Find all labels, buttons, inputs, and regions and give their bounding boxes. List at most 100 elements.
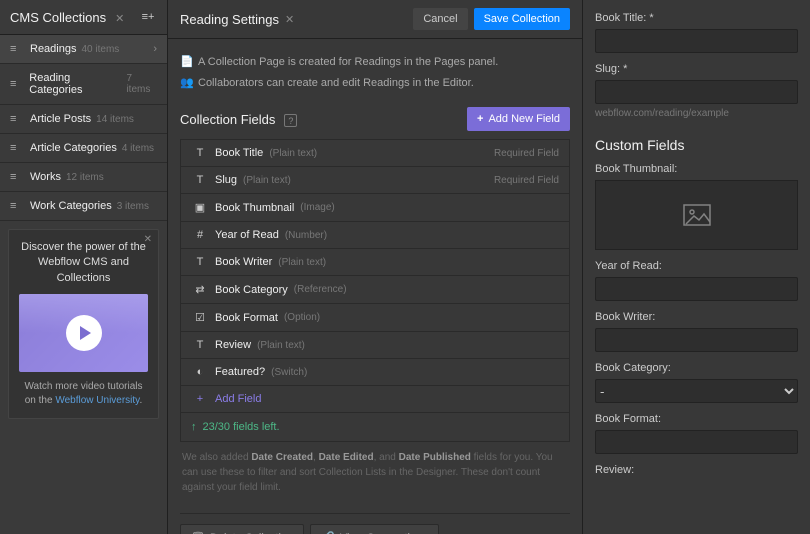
add-field-label: Add Field	[215, 393, 261, 405]
promo-headline: Discover the power of the Webflow CMS an…	[19, 240, 148, 286]
settings-title: Reading Settings	[180, 12, 279, 27]
collection-count: 7 items	[126, 73, 157, 95]
collection-item[interactable]: ≡ Works 12 items	[0, 163, 167, 192]
help-icon[interactable]: ?	[284, 114, 297, 127]
book-title-label: Book Title: *	[595, 12, 798, 24]
promo-card: ✕ Discover the power of the Webflow CMS …	[8, 229, 159, 419]
close-icon[interactable]: ✕	[115, 13, 124, 25]
field-type: (Image)	[300, 202, 334, 213]
add-field-row[interactable]: +Add Field	[181, 386, 569, 412]
field-name: Slug	[215, 174, 237, 186]
category-select[interactable]: -	[595, 379, 798, 403]
list-icon: ≡	[10, 43, 24, 55]
collection-item[interactable]: ≡ Reading Categories 7 items	[0, 64, 167, 105]
field-row[interactable]: # Year of Read (Number)	[181, 222, 569, 249]
collection-name: Article Posts	[30, 113, 91, 125]
field-name: Year of Read	[215, 229, 279, 241]
info-text: A Collection Page is created for Reading…	[198, 56, 498, 68]
list-icon: ≡	[10, 142, 24, 154]
collection-item[interactable]: ≡ Article Categories 4 items	[0, 134, 167, 163]
collection-name: Readings	[30, 43, 76, 55]
field-type: (Plain text)	[243, 175, 291, 186]
number-icon: #	[191, 229, 209, 241]
writer-input[interactable]	[595, 328, 798, 352]
category-label: Book Category:	[595, 362, 798, 374]
users-icon: 👥	[180, 76, 198, 89]
info-row: 📄A Collection Page is created for Readin…	[180, 51, 570, 72]
slug-preview: webflow.com/reading/example	[595, 108, 798, 119]
text-icon: T	[191, 256, 209, 268]
field-name: Book Title	[215, 147, 263, 159]
year-input[interactable]	[595, 277, 798, 301]
info-row: 👥Collaborators can create and edit Readi…	[180, 72, 570, 93]
required-label: Required Field	[494, 148, 559, 159]
field-name: Review	[215, 339, 251, 351]
field-type: (Plain text)	[269, 148, 317, 159]
fields-list: T Book Title (Plain text) Required Field T S…	[180, 139, 570, 413]
webflow-university-link[interactable]: Webflow University	[55, 395, 139, 406]
collection-name: Reading Categories	[29, 72, 121, 96]
field-row[interactable]: ▣Book Thumbnail(Image)	[181, 194, 569, 222]
chevron-right-icon: ›	[153, 43, 157, 55]
field-name: Book Writer	[215, 256, 272, 268]
field-row[interactable]: TReview(Plain text)	[181, 332, 569, 359]
collection-count: 40 items	[81, 44, 119, 55]
field-row[interactable]: TSlug(Plain text)Required Field	[181, 167, 569, 194]
format-input[interactable]	[595, 430, 798, 454]
cancel-button[interactable]: Cancel	[413, 8, 467, 30]
format-label: Book Format:	[595, 413, 798, 425]
list-icon: ≡	[10, 78, 23, 90]
delete-collection-button[interactable]: 🗑Delete Collection	[180, 524, 304, 534]
field-name: Book Format	[215, 312, 278, 324]
review-label: Review:	[595, 464, 798, 476]
field-type: (Number)	[285, 230, 327, 241]
collection-count: 12 items	[66, 172, 104, 183]
promo-video-thumb[interactable]	[19, 294, 148, 372]
field-type: (Switch)	[271, 367, 307, 378]
item-form-panel: Book Title: * Slug: * webflow.com/readin…	[582, 0, 810, 534]
custom-fields-heading: Custom Fields	[595, 137, 798, 153]
collection-item-readings[interactable]: ≡ Readings 40 items ›	[0, 35, 167, 64]
fields-note: We also added Date Created, Date Edited,…	[180, 442, 570, 503]
field-type: (Reference)	[294, 284, 347, 295]
promo-footer: Watch more video tutorials on the Webflo…	[19, 380, 148, 408]
text-icon: T	[191, 147, 209, 159]
field-name: Featured?	[215, 366, 265, 378]
field-row[interactable]: TBook Writer(Plain text)	[181, 249, 569, 276]
list-icon: ≡	[10, 171, 24, 183]
close-icon[interactable]: ✕	[144, 234, 152, 245]
collection-fields-heading: Collection Fields	[180, 112, 275, 127]
book-title-input[interactable]	[595, 29, 798, 53]
save-collection-button[interactable]: Save Collection	[474, 8, 570, 30]
image-icon: ▣	[191, 201, 209, 214]
collection-name: Works	[30, 171, 61, 183]
collection-count: 14 items	[96, 114, 134, 125]
collection-item[interactable]: ≡ Article Posts 14 items	[0, 105, 167, 134]
fields-remaining: 23/30 fields left.	[180, 413, 570, 442]
close-icon[interactable]: ✕	[285, 13, 294, 26]
field-row[interactable]: ⇄ Book Category (Reference)	[181, 276, 569, 304]
reference-icon: ⇄	[191, 283, 209, 296]
info-text: Collaborators can create and edit Readin…	[198, 77, 474, 89]
list-icon: ≡	[10, 113, 24, 125]
view-connections-button[interactable]: 🔗View Connections	[310, 524, 439, 534]
collection-count: 3 items	[117, 201, 149, 212]
page-icon: 📄	[180, 55, 198, 68]
settings-header: Reading Settings ✕ Cancel Save Collectio…	[168, 0, 582, 39]
slug-label: Slug: *	[595, 63, 798, 75]
slug-input[interactable]	[595, 80, 798, 104]
sidebar-header: CMS Collections ✕ ≡+	[0, 0, 167, 35]
collection-item[interactable]: ≡ Work Categories 3 items	[0, 192, 167, 221]
add-new-field-button[interactable]: Add New Field	[467, 107, 570, 131]
required-label: Required Field	[494, 175, 559, 186]
field-row[interactable]: ☑Book Format(Option)	[181, 304, 569, 332]
thumbnail-dropzone[interactable]	[595, 180, 798, 250]
text-icon: T	[191, 339, 209, 351]
field-row[interactable]: T Book Title (Plain text) Required Field	[181, 140, 569, 167]
settings-panel: Reading Settings ✕ Cancel Save Collectio…	[168, 0, 582, 534]
field-name: Book Category	[215, 284, 288, 296]
field-row[interactable]: ◐Featured?(Switch)	[181, 359, 569, 386]
year-label: Year of Read:	[595, 260, 798, 272]
image-placeholder-icon	[683, 204, 711, 226]
add-collection-icon[interactable]: ≡+	[139, 8, 157, 26]
